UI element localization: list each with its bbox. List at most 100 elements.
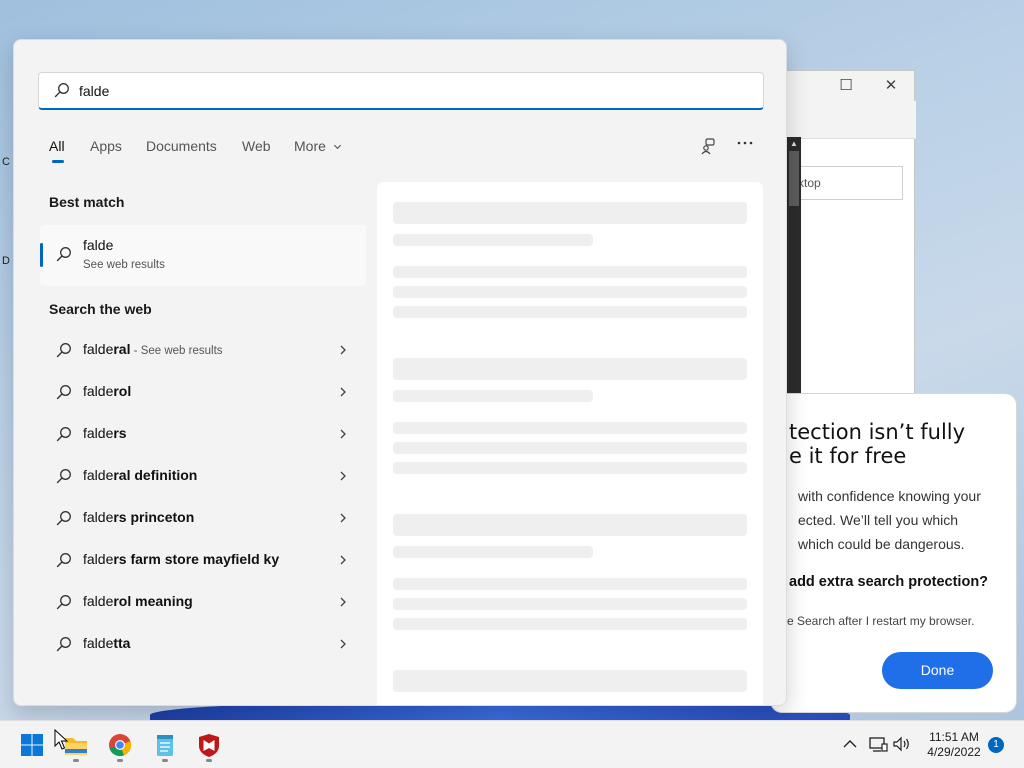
loading-placeholder bbox=[393, 670, 747, 692]
web-suggestions-list: falderal - See web results falderol fald… bbox=[40, 329, 366, 665]
scrollbar-thumb[interactable] bbox=[789, 151, 799, 206]
volume-icon[interactable] bbox=[891, 733, 913, 755]
desktop-icon-label: D bbox=[2, 255, 10, 267]
search-icon bbox=[56, 343, 71, 358]
popup-body: with confidence knowing your ected. We’l… bbox=[798, 484, 1016, 556]
web-suggestion-label: faldetta bbox=[83, 635, 130, 651]
popup-headline-line: tection isn’t fully bbox=[789, 420, 966, 444]
notification-badge[interactable]: 1 bbox=[988, 737, 1004, 753]
running-indicator bbox=[73, 759, 79, 762]
popup-restart-note: e Search after I restart my browser. bbox=[787, 614, 975, 628]
loading-placeholder bbox=[393, 390, 593, 402]
search-the-web-heading: Search the web bbox=[49, 301, 152, 317]
start-button[interactable] bbox=[14, 727, 50, 763]
completion-text: tta bbox=[113, 635, 131, 651]
web-suggestion-item[interactable]: falderal definition bbox=[40, 455, 366, 497]
search-icon bbox=[56, 385, 71, 400]
search-icon bbox=[54, 83, 69, 98]
typed-text: falde bbox=[83, 509, 114, 525]
done-button[interactable]: Done bbox=[882, 652, 993, 689]
network-icon[interactable] bbox=[867, 733, 889, 755]
notepad-icon bbox=[157, 735, 173, 756]
best-match-item[interactable]: falde See web results bbox=[40, 225, 366, 286]
web-suggestion-item[interactable]: falderol meaning bbox=[40, 581, 366, 623]
loading-placeholder bbox=[393, 442, 747, 454]
scroll-up-icon[interactable]: ▲ bbox=[790, 139, 798, 148]
popup-headline-line: e it for free bbox=[789, 444, 907, 468]
popup-headline: tection isn’t fully e it for free bbox=[789, 420, 1016, 468]
chrome-button[interactable] bbox=[102, 727, 138, 763]
loading-placeholder bbox=[393, 462, 747, 474]
clock[interactable]: 11:51 AM 4/29/2022 bbox=[918, 730, 990, 760]
running-indicator bbox=[117, 759, 123, 762]
preview-pane bbox=[377, 182, 763, 705]
loading-placeholder bbox=[393, 598, 747, 610]
popup-body-line: which could be dangerous. bbox=[798, 536, 965, 552]
tab-all[interactable]: All bbox=[49, 138, 65, 154]
mcafee-button[interactable] bbox=[191, 727, 227, 763]
search-icon bbox=[56, 553, 71, 568]
windows-logo-icon bbox=[21, 734, 43, 756]
typed-text: falde bbox=[83, 383, 114, 399]
notepad-button[interactable] bbox=[147, 727, 183, 763]
tab-web[interactable]: Web bbox=[242, 138, 271, 154]
mouse-pointer-icon bbox=[54, 729, 68, 750]
chevron-right-icon bbox=[340, 597, 346, 607]
popup-question: add extra search protection? bbox=[789, 574, 989, 590]
web-suggestion-item[interactable]: falders farm store mayfield ky bbox=[40, 539, 366, 581]
tab-more[interactable]: More bbox=[294, 138, 342, 154]
web-suggestion-label: falders bbox=[83, 425, 127, 441]
web-suggestion-label: falderal definition bbox=[83, 467, 197, 483]
completion-text: rs farm store mayfield ky bbox=[113, 551, 280, 567]
search-input[interactable] bbox=[79, 81, 739, 101]
address-field[interactable]: ktop bbox=[791, 166, 903, 200]
typed-text: falde bbox=[83, 551, 114, 567]
completion-text: rs bbox=[113, 425, 127, 441]
tab-more-label: More bbox=[294, 138, 326, 154]
best-match-title: falde bbox=[83, 237, 114, 253]
account-switch-icon[interactable] bbox=[698, 135, 720, 157]
clock-date: 4/29/2022 bbox=[927, 745, 981, 759]
completion-text: ral definition bbox=[113, 467, 198, 483]
loading-placeholder bbox=[393, 306, 747, 318]
web-suggestion-item[interactable]: falders bbox=[40, 413, 366, 455]
selection-indicator bbox=[40, 243, 43, 267]
web-suggestion-label: falders princeton bbox=[83, 509, 194, 525]
search-box[interactable] bbox=[38, 72, 764, 110]
loading-placeholder bbox=[393, 202, 747, 224]
web-suggestion-label: falderol bbox=[83, 383, 131, 399]
maximize-button[interactable]: ☐ bbox=[836, 76, 856, 96]
clock-time: 11:51 AM bbox=[929, 730, 979, 744]
web-suggestion-item[interactable]: falders princeton bbox=[40, 497, 366, 539]
web-suggestion-item[interactable]: faldetta bbox=[40, 623, 366, 665]
loading-placeholder bbox=[393, 422, 747, 434]
start-search-panel: All Apps Documents Web More Best match f… bbox=[13, 39, 787, 706]
show-hidden-icons-icon[interactable] bbox=[839, 733, 861, 755]
completion-text: rol meaning bbox=[113, 593, 193, 609]
chrome-icon bbox=[109, 734, 132, 757]
search-icon bbox=[56, 637, 71, 652]
web-suggestion-hint: - See web results bbox=[130, 345, 223, 357]
taskbar: 11:51 AM 4/29/2022 1 bbox=[0, 720, 1024, 768]
web-suggestion-item[interactable]: falderal - See web results bbox=[40, 329, 366, 371]
typed-text: falde bbox=[83, 593, 114, 609]
tab-apps[interactable]: Apps bbox=[90, 138, 122, 154]
more-options-icon[interactable] bbox=[734, 135, 756, 157]
web-suggestion-label: falderol meaning bbox=[83, 593, 193, 609]
tab-documents[interactable]: Documents bbox=[146, 138, 217, 154]
loading-placeholder bbox=[393, 286, 747, 298]
completion-text: rol bbox=[113, 383, 132, 399]
chevron-down-icon bbox=[333, 144, 341, 150]
typed-text: falde bbox=[83, 341, 114, 357]
loading-placeholder bbox=[393, 358, 747, 380]
search-icon bbox=[56, 469, 71, 484]
loading-placeholder bbox=[393, 234, 593, 246]
close-button[interactable]: ✕ bbox=[881, 76, 901, 96]
web-suggestion-item[interactable]: falderol bbox=[40, 371, 366, 413]
running-indicator bbox=[206, 759, 212, 762]
loading-placeholder bbox=[393, 514, 747, 536]
search-icon bbox=[56, 511, 71, 526]
chevron-right-icon bbox=[340, 639, 346, 649]
typed-text: falde bbox=[83, 425, 114, 441]
active-tab-indicator bbox=[52, 160, 64, 163]
